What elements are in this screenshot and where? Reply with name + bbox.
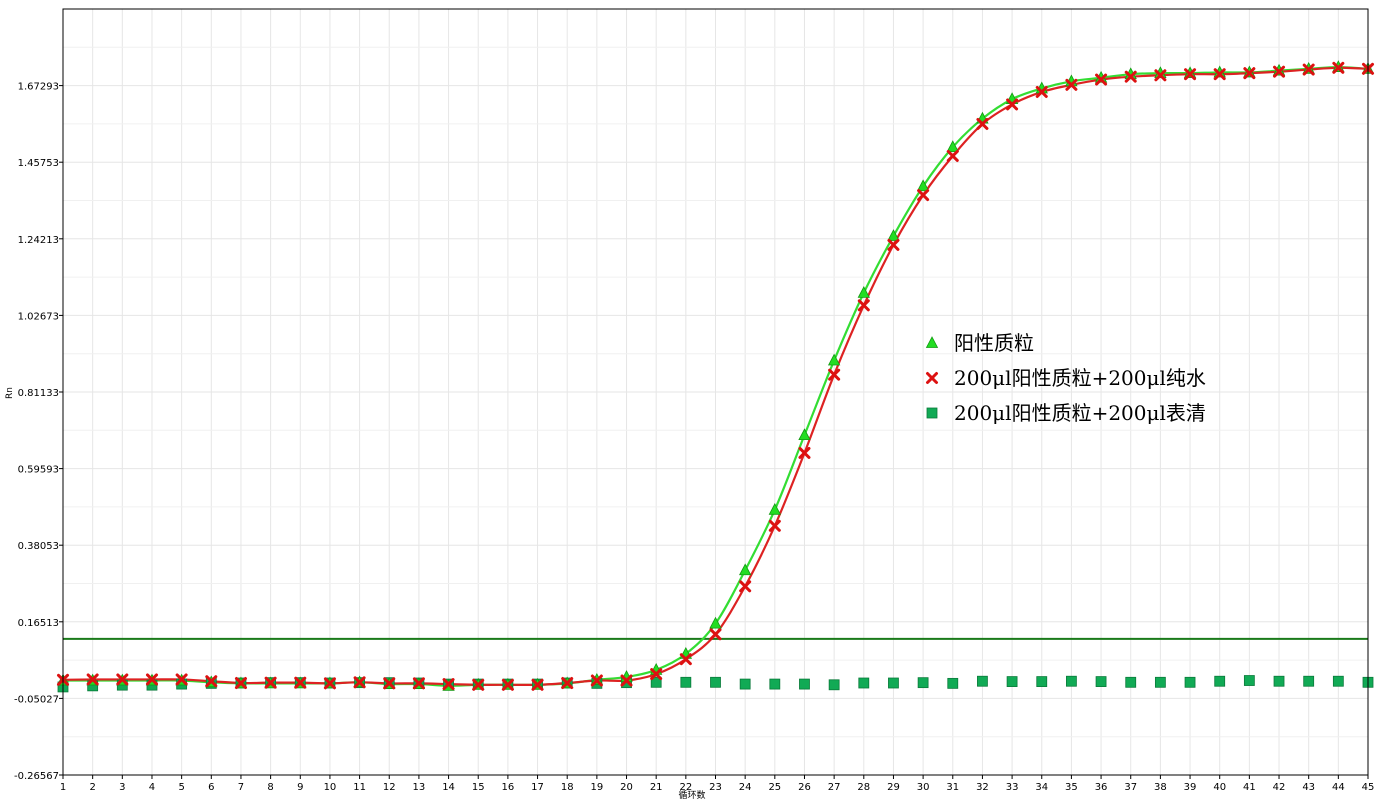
x-axis-ticks: 1 2 3 4 5 6 7 8 9 10 11 12 13 14 15 16 17 18 19 20 21 22 23 24 2… bbox=[60, 775, 1375, 793]
data-point-square bbox=[888, 677, 899, 689]
legend-label: 阳性质粒 bbox=[954, 331, 1034, 355]
legend-label: 200μl阳性质粒+200μl表清 bbox=[954, 401, 1206, 425]
data-point-square bbox=[799, 678, 810, 690]
data-point-square bbox=[828, 679, 840, 691]
x-tick-label: 28 bbox=[857, 782, 870, 793]
x-tick-label: 7 bbox=[238, 782, 244, 793]
y-tick-label: 0.38053 bbox=[18, 541, 59, 552]
data-point-square bbox=[1332, 675, 1344, 687]
x-tick-label: 2 bbox=[89, 782, 95, 793]
x-tick-label: 5 bbox=[178, 782, 184, 793]
x-tick-label: 34 bbox=[1035, 782, 1048, 793]
data-point-square bbox=[1036, 676, 1048, 687]
x-tick-label: 4 bbox=[149, 782, 155, 793]
x-tick-label: 13 bbox=[413, 782, 426, 793]
x-tick-label: 32 bbox=[976, 782, 989, 793]
x-tick-label: 26 bbox=[798, 782, 811, 793]
legend-marker-square bbox=[926, 407, 938, 419]
x-tick-label: 16 bbox=[502, 782, 515, 793]
x-tick-label: 27 bbox=[828, 782, 841, 793]
data-point-square bbox=[769, 678, 781, 690]
x-tick-label: 17 bbox=[531, 782, 544, 793]
x-tick-label: 10 bbox=[324, 782, 337, 793]
x-tick-label: 18 bbox=[561, 782, 574, 793]
data-point-square bbox=[977, 675, 988, 687]
y-tick-label: 0.81133 bbox=[18, 388, 59, 399]
x-tick-label: 33 bbox=[1006, 782, 1019, 793]
x-tick-label: 19 bbox=[590, 782, 603, 793]
legend-label: 200μl阳性质粒+200μl纯水 bbox=[954, 366, 1206, 390]
x-tick-label: 40 bbox=[1213, 782, 1226, 793]
x-tick-label: 35 bbox=[1065, 782, 1078, 793]
y-tick-label: 0.16513 bbox=[18, 618, 59, 629]
data-point-square bbox=[947, 677, 959, 689]
x-tick-label: 25 bbox=[768, 782, 781, 793]
amplification-chart: -0.26567 -0.05027 0.16513 0.38053 0.59593 0.8… bbox=[5, 8, 1375, 801]
data-point-square bbox=[1273, 675, 1285, 687]
x-tick-label: 37 bbox=[1124, 782, 1137, 793]
x-tick-label: 23 bbox=[709, 782, 722, 793]
x-tick-label: 11 bbox=[353, 782, 366, 793]
x-tick-label: 24 bbox=[739, 782, 752, 793]
x-tick-label: 6 bbox=[208, 782, 214, 793]
data-point-square bbox=[1066, 675, 1077, 687]
x-tick-label: 12 bbox=[383, 782, 396, 793]
x-tick-label: 41 bbox=[1243, 782, 1256, 793]
y-tick-label: 1.02673 bbox=[18, 311, 59, 322]
x-tick-label: 9 bbox=[297, 782, 303, 793]
grid-lines bbox=[62, 9, 1369, 776]
data-point-square bbox=[1006, 676, 1018, 687]
x-tick-label: 14 bbox=[442, 782, 455, 793]
data-point-square bbox=[1243, 675, 1255, 686]
x-tick-label: 20 bbox=[620, 782, 633, 793]
x-tick-label: 8 bbox=[267, 782, 273, 793]
data-point-square bbox=[1095, 676, 1107, 687]
y-tick-label: 1.24213 bbox=[18, 235, 59, 246]
x-tick-label: 15 bbox=[472, 782, 485, 793]
x-tick-label: 21 bbox=[650, 782, 663, 793]
data-point-square bbox=[917, 677, 929, 689]
data-point-square bbox=[739, 678, 751, 690]
x-tick-label: 36 bbox=[1095, 782, 1108, 793]
y-axis-ticks: -0.26567 -0.05027 0.16513 0.38053 0.59593 0.8… bbox=[14, 82, 63, 782]
data-point-square bbox=[858, 677, 870, 689]
x-tick-label: 3 bbox=[119, 782, 125, 793]
y-axis-title: Rn bbox=[5, 387, 15, 399]
data-point-square bbox=[1214, 675, 1226, 687]
data-point-square bbox=[1303, 675, 1315, 687]
x-tick-label: 44 bbox=[1332, 782, 1345, 793]
x-tick-label: 30 bbox=[917, 782, 930, 793]
x-tick-label: 1 bbox=[60, 782, 66, 793]
x-tick-label: 29 bbox=[887, 782, 900, 793]
data-point-square bbox=[710, 676, 721, 688]
y-tick-label: -0.26567 bbox=[14, 771, 59, 782]
x-tick-label: 39 bbox=[1184, 782, 1197, 793]
data-point-square bbox=[680, 676, 692, 688]
x-axis-title: 循环数 bbox=[678, 789, 705, 801]
data-point-square bbox=[1184, 676, 1196, 688]
x-tick-label: 38 bbox=[1154, 782, 1167, 793]
x-tick-label: 31 bbox=[946, 782, 959, 793]
x-tick-label: 42 bbox=[1273, 782, 1286, 793]
y-tick-label: -0.05027 bbox=[14, 694, 59, 705]
x-tick-label: 45 bbox=[1362, 782, 1375, 793]
y-tick-label: 1.67293 bbox=[18, 82, 59, 93]
y-tick-label: 1.45753 bbox=[18, 158, 59, 169]
data-point-square bbox=[1154, 676, 1166, 688]
x-tick-label: 43 bbox=[1302, 782, 1315, 793]
y-tick-label: 0.59593 bbox=[18, 465, 59, 476]
data-point-square bbox=[1125, 676, 1137, 688]
